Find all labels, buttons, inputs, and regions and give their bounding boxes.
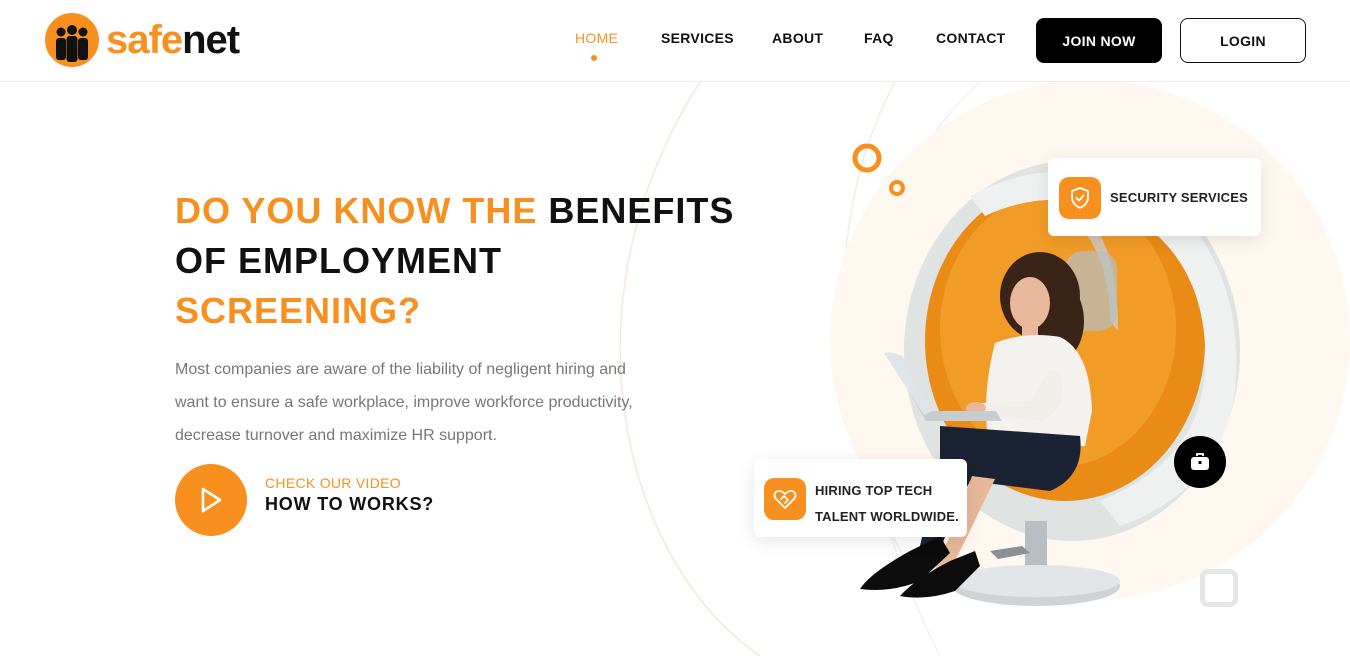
briefcase-icon bbox=[1191, 453, 1209, 470]
decorative-square-ring bbox=[1200, 569, 1238, 607]
hiring-talent-line-2: TALENT WORLDWIDE. bbox=[815, 509, 959, 524]
play-icon bbox=[201, 487, 222, 513]
logo[interactable]: safenet bbox=[44, 12, 240, 68]
video-eyebrow: CHECK OUR VIDEO bbox=[265, 475, 401, 491]
logo-text-safe: safe bbox=[106, 18, 183, 62]
active-indicator-dot bbox=[591, 55, 597, 61]
site-header: safenet HOME SERVICES ABOUT FAQ CONTACT … bbox=[0, 0, 1350, 82]
orange-ring-large bbox=[852, 143, 882, 173]
security-services-label: SECURITY SERVICES bbox=[1110, 190, 1249, 205]
hiring-talent-label: HIRING TOP TECH TALENT WORLDWIDE. bbox=[815, 478, 965, 530]
login-button[interactable]: LOGIN bbox=[1180, 18, 1306, 63]
logo-people-icon bbox=[45, 13, 99, 67]
hiring-talent-card[interactable]: HIRING TOP TECH TALENT WORLDWIDE. bbox=[754, 459, 967, 537]
video-title[interactable]: HOW TO WORKS? bbox=[265, 494, 434, 515]
heart-handshake-icon bbox=[764, 478, 806, 520]
hero-title: DO YOU KNOW THE BENEFITS OF EMPLOYMENT S… bbox=[175, 186, 775, 336]
hiring-talent-line-1: HIRING TOP TECH bbox=[815, 483, 933, 498]
hero-title-orange-1: DO YOU KNOW THE bbox=[175, 190, 538, 231]
logo-text-net: net bbox=[182, 18, 240, 62]
play-video-button[interactable] bbox=[175, 464, 247, 536]
hero-title-orange-2: SCREENING? bbox=[175, 290, 422, 331]
hero-description: Most companies are aware of the liabilit… bbox=[175, 361, 633, 444]
nav-home[interactable]: HOME bbox=[575, 30, 618, 46]
nav-services[interactable]: SERVICES bbox=[661, 30, 734, 46]
orange-ring-small bbox=[889, 180, 905, 196]
shield-check-icon bbox=[1059, 177, 1101, 219]
nav-about[interactable]: ABOUT bbox=[772, 30, 823, 46]
logo-wordmark: safenet bbox=[106, 18, 240, 62]
nav-faq[interactable]: FAQ bbox=[864, 30, 894, 46]
security-services-card[interactable]: SECURITY SERVICES bbox=[1048, 158, 1261, 236]
briefcase-button[interactable] bbox=[1174, 436, 1226, 488]
join-now-button[interactable]: JOIN NOW bbox=[1036, 18, 1162, 63]
nav-contact[interactable]: CONTACT bbox=[936, 30, 1006, 46]
